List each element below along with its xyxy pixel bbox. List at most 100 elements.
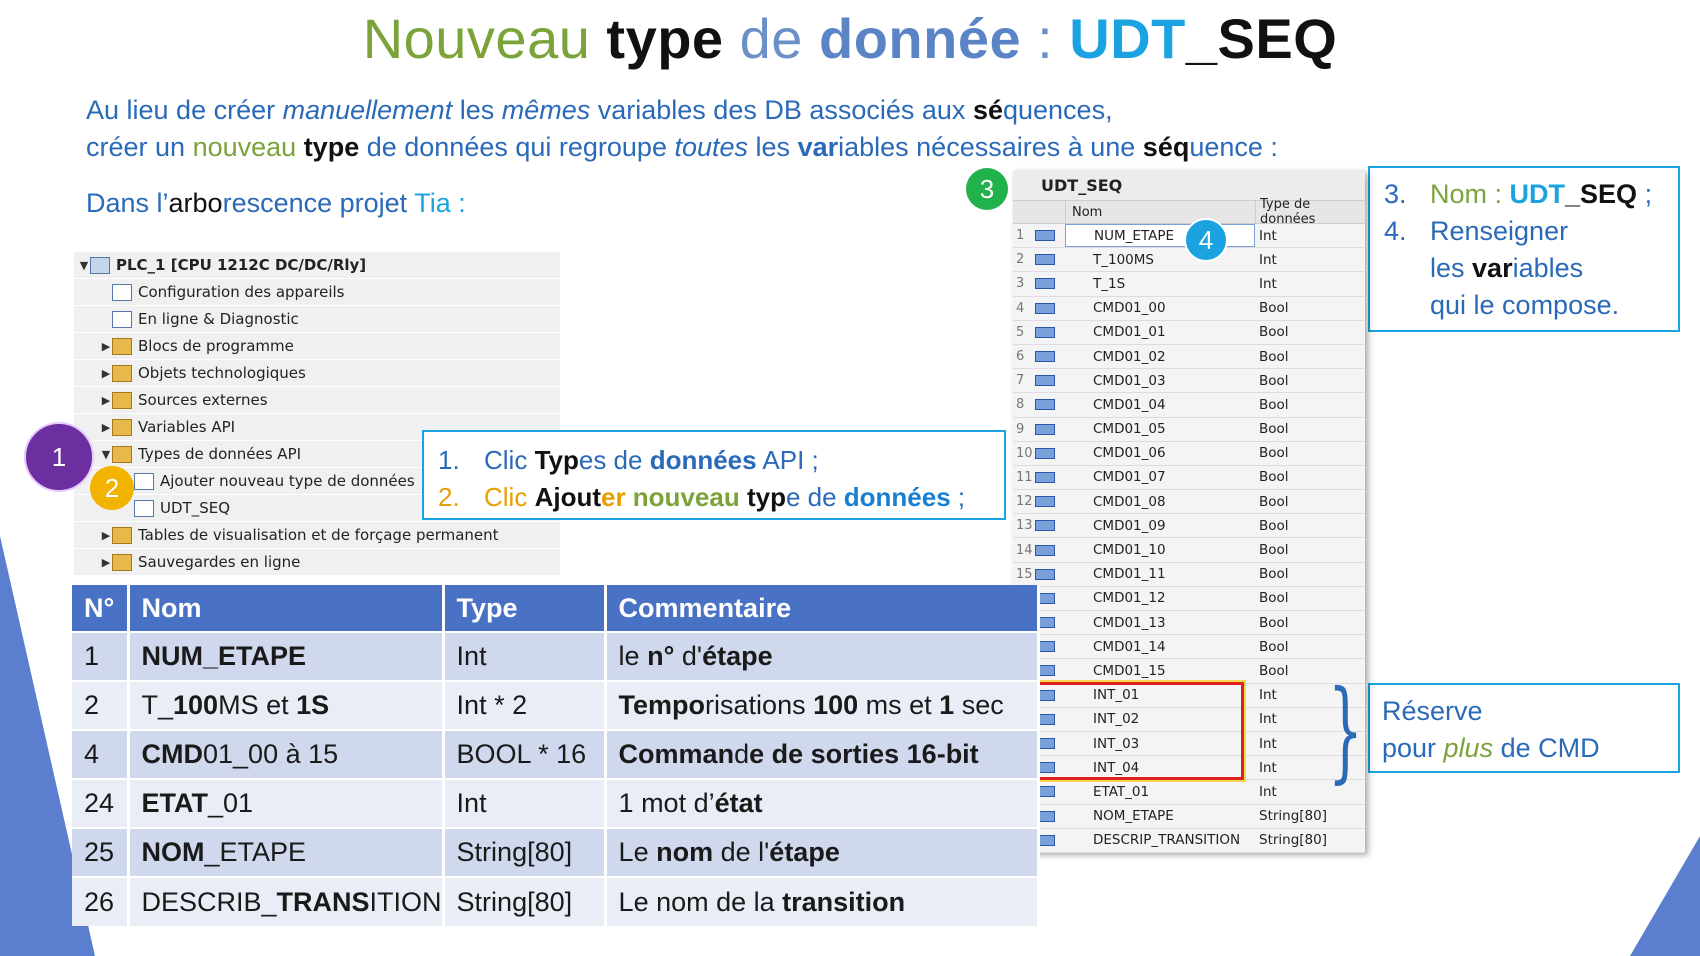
- expand-arrow-icon[interactable]: ▶: [100, 340, 112, 353]
- cell-num: 1: [72, 631, 130, 681]
- callout-line-3: 3. Nom : UDT_SEQ ;: [1384, 179, 1653, 209]
- udt-row-type[interactable]: Bool: [1255, 369, 1365, 392]
- udt-row-type[interactable]: Bool: [1255, 345, 1365, 368]
- udt-row-type[interactable]: String[80]: [1255, 805, 1365, 828]
- udt-row-name[interactable]: CMD01_07: [1065, 466, 1255, 489]
- cell-commentaire: Le nom de la transition: [605, 876, 1041, 926]
- udt-row[interactable]: 12 CMD01_08 Bool: [1013, 490, 1365, 515]
- udt-row-name[interactable]: NOM_ETAPE: [1065, 805, 1255, 828]
- udt-row[interactable]: 16CMD01_12Bool: [1013, 587, 1365, 611]
- variable-icon: [1035, 496, 1055, 508]
- udt-row-name[interactable]: CMD01_15: [1065, 659, 1255, 682]
- udt-row-num: 4: [1016, 300, 1025, 316]
- udt-row-name[interactable]: CMD01_08: [1065, 490, 1255, 513]
- udt-row-name[interactable]: CMD01_09: [1065, 514, 1255, 537]
- tree-item[interactable]: Configuration des appareils: [74, 279, 560, 306]
- expand-arrow-icon[interactable]: ▶: [100, 394, 112, 407]
- tree-item[interactable]: ▶ Blocs de programme: [74, 333, 560, 360]
- udt-row[interactable]: 13 CMD01_09 Bool: [1013, 514, 1365, 539]
- folder-icon: [112, 553, 132, 571]
- expand-arrow-icon[interactable]: ▼: [100, 448, 112, 461]
- cell-type: BOOL * 16: [443, 729, 607, 779]
- tree-item[interactable]: ▶ Sauvegardes en ligne: [74, 549, 560, 576]
- udt-row[interactable]: 17CMD01_13Bool: [1013, 611, 1365, 636]
- reserve-highlight: [1010, 682, 1244, 780]
- udt-row-num: 13: [1016, 518, 1033, 534]
- udt-row-type[interactable]: Bool: [1255, 393, 1365, 416]
- tree-item[interactable]: En ligne & Diagnostic: [74, 306, 560, 333]
- udt-header-type[interactable]: Type de données: [1255, 197, 1365, 227]
- udt-row-type[interactable]: Bool: [1255, 538, 1365, 561]
- udt-row-name[interactable]: CMD01_10: [1065, 538, 1255, 561]
- udt-header: Nom Type de données: [1013, 197, 1365, 227]
- udt-row[interactable]: 7 CMD01_03 Bool: [1013, 369, 1365, 394]
- expand-arrow-icon[interactable]: ▶: [100, 529, 112, 542]
- tree-item[interactable]: ▶ Objets technologiques: [74, 360, 560, 387]
- udt-row[interactable]: 11 CMD01_07 Bool: [1013, 466, 1365, 491]
- udt-row-num: 8: [1016, 397, 1025, 413]
- udt-row-type[interactable]: Bool: [1255, 490, 1365, 513]
- udt-row-name[interactable]: CMD01_13: [1065, 611, 1255, 634]
- udt-row-type[interactable]: Bool: [1255, 587, 1365, 610]
- cell-nom: NUM_ETAPE: [128, 631, 445, 681]
- udt-row[interactable]: 15 CMD01_11 Bool: [1013, 563, 1365, 587]
- udt-row-name[interactable]: CMD01_01: [1065, 321, 1255, 344]
- udt-row[interactable]: 25NOM_ETAPEString[80]: [1013, 805, 1365, 829]
- udt-row-name[interactable]: CMD01_11: [1065, 563, 1255, 586]
- udt-row[interactable]: 24ETAT_01Int: [1013, 780, 1365, 805]
- udt-row[interactable]: 18CMD01_14Bool: [1013, 635, 1365, 660]
- udt-row-type[interactable]: Bool: [1255, 635, 1365, 658]
- udt-row[interactable]: 26DESCRIP_TRANSITIONString[80]: [1013, 829, 1365, 853]
- intro-text: Au lieu de créer manuellement les mêmes …: [86, 92, 1278, 166]
- udt-row[interactable]: 5 CMD01_01 Bool: [1013, 321, 1365, 345]
- udt-row-name[interactable]: DESCRIP_TRANSITION: [1065, 829, 1255, 852]
- tree-item[interactable]: ▼ PLC_1 [CPU 1212C DC/DC/Rly]: [74, 252, 560, 279]
- udt-row-type[interactable]: Bool: [1255, 418, 1365, 441]
- udt-row[interactable]: 19CMD01_15Bool: [1013, 659, 1365, 684]
- udt-row-name[interactable]: T_100MS: [1065, 248, 1255, 271]
- udt-row[interactable]: 8 CMD01_04 Bool: [1013, 393, 1365, 418]
- expand-arrow-icon[interactable]: ▶: [100, 556, 112, 569]
- variable-icon: [1035, 447, 1055, 459]
- expand-arrow-icon[interactable]: ▶: [100, 367, 112, 380]
- title-part: UDT: [1069, 7, 1186, 70]
- udt-row-name[interactable]: CMD01_04: [1065, 393, 1255, 416]
- udt-row-type[interactable]: Bool: [1255, 611, 1365, 634]
- cell-num: 4: [72, 729, 130, 779]
- udt-row-type[interactable]: Bool: [1255, 466, 1365, 489]
- udt-row-type[interactable]: Bool: [1255, 297, 1365, 320]
- udt-row-name[interactable]: CMD01_14: [1065, 635, 1255, 658]
- udt-header-name[interactable]: Nom: [1065, 201, 1255, 223]
- udt-row-type[interactable]: Int: [1255, 248, 1365, 271]
- udt-row-name[interactable]: CMD01_06: [1065, 442, 1255, 465]
- udt-row-name[interactable]: CMD01_03: [1065, 369, 1255, 392]
- variable-icon: [1035, 520, 1055, 532]
- udt-row[interactable]: 14 CMD01_10 Bool: [1013, 538, 1365, 563]
- udt-row-num: 15: [1016, 566, 1033, 582]
- udt-row-name[interactable]: CMD01_02: [1065, 345, 1255, 368]
- variable-icon: [1035, 375, 1055, 387]
- udt-row-name[interactable]: ETAT_01: [1065, 780, 1255, 803]
- udt-row-type[interactable]: Bool: [1255, 321, 1365, 344]
- tree-item[interactable]: ▶ Tables de visualisation et de forçage p…: [74, 522, 560, 549]
- udt-row-name[interactable]: CMD01_00: [1065, 297, 1255, 320]
- udt-row[interactable]: 10 CMD01_06 Bool: [1013, 442, 1365, 466]
- udt-row-name[interactable]: CMD01_12: [1065, 587, 1255, 610]
- udt-row-type[interactable]: Bool: [1255, 442, 1365, 465]
- udt-row-type[interactable]: String[80]: [1255, 829, 1365, 852]
- udt-row[interactable]: 9 CMD01_05 Bool: [1013, 418, 1365, 442]
- udt-row-type[interactable]: Bool: [1255, 563, 1365, 586]
- tree-item[interactable]: ▶ Sources externes: [74, 387, 560, 414]
- udt-row[interactable]: 3 T_1S Int: [1013, 272, 1365, 297]
- udt-row[interactable]: 6 CMD01_02 Bool: [1013, 345, 1365, 370]
- udt-row-type[interactable]: Int: [1255, 224, 1365, 247]
- udt-row-type[interactable]: Bool: [1255, 514, 1365, 537]
- udt-row-icon-cell: [1035, 490, 1065, 513]
- expand-arrow-icon[interactable]: ▼: [78, 259, 90, 272]
- udt-row-name[interactable]: T_1S: [1065, 272, 1255, 295]
- udt-row-type[interactable]: Int: [1255, 272, 1365, 295]
- callout-reserve: Réserve pour plus de CMD: [1368, 683, 1680, 773]
- udt-row-name[interactable]: CMD01_05: [1065, 418, 1255, 441]
- expand-arrow-icon[interactable]: ▶: [100, 421, 112, 434]
- udt-row[interactable]: 4 CMD01_00 Bool: [1013, 297, 1365, 321]
